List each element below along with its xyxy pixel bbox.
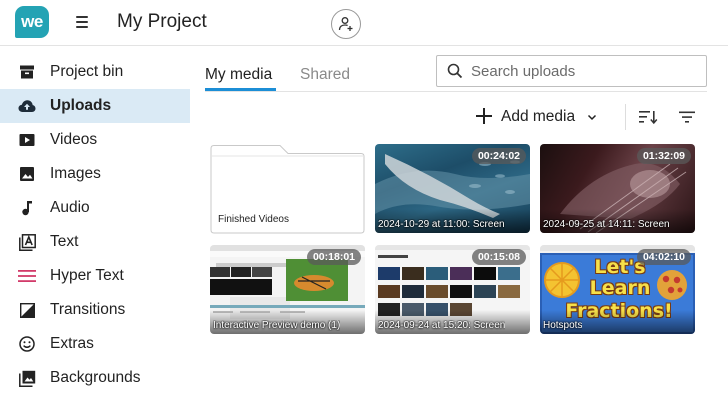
sidebar-item-label: Audio	[50, 199, 90, 216]
search-icon	[447, 63, 463, 79]
sidebar-item-images[interactable]: Images	[0, 157, 190, 191]
tab-my-media[interactable]: My media	[205, 66, 272, 84]
duration-badge: 01:32:09	[636, 148, 691, 164]
video-icon	[18, 131, 36, 149]
add-media-button[interactable]: Add media	[476, 106, 597, 128]
plus-icon	[476, 107, 492, 127]
sidebar-item-text[interactable]: Text	[0, 225, 190, 259]
app-header: we My Project	[0, 0, 728, 46]
toolbar-separator	[625, 104, 626, 130]
duration-badge: 00:18:01	[306, 249, 361, 265]
menu-icon[interactable]	[74, 14, 90, 30]
sidebar-item-audio[interactable]: Audio	[0, 191, 190, 225]
sidebar: Project bin Uploads Videos Images Audio …	[0, 55, 190, 395]
filter-button[interactable]	[677, 108, 697, 126]
tab-shared[interactable]: Shared	[300, 66, 350, 84]
fractions-line: Learn	[589, 277, 651, 299]
media-item[interactable]: 01:32:09 2024-09-25 at 14:11: Screen	[540, 144, 695, 233]
archive-icon	[18, 63, 36, 81]
logo-text: we	[21, 12, 43, 31]
media-item[interactable]: 00:15:08 2024-09-24 at 15:20: Screen	[375, 245, 530, 334]
add-media-label: Add media	[501, 108, 576, 125]
sidebar-item-uploads[interactable]: Uploads	[0, 89, 190, 123]
duration-badge: 04:02:10	[636, 249, 691, 265]
sidebar-item-label: Hyper Text	[50, 267, 124, 284]
image-icon	[18, 165, 36, 183]
person-add-icon	[338, 17, 353, 31]
transition-icon	[18, 301, 36, 319]
media-item[interactable]: 00:24:02 2024-10-29 at 11:00: Screen	[375, 144, 530, 233]
music-note-icon	[18, 199, 36, 217]
background-icon	[18, 369, 36, 387]
search-box	[436, 55, 707, 87]
media-name: 2024-10-29 at 11:00: Screen	[378, 219, 505, 230]
sidebar-item-transitions[interactable]: Transitions	[0, 293, 190, 327]
media-item[interactable]: Let's Learn Fractions! 04:02:10 Hotspots	[540, 245, 695, 334]
sidebar-item-label: Images	[50, 165, 101, 182]
tab-divider	[205, 91, 707, 92]
project-title: My Project	[117, 11, 207, 32]
filter-icon	[679, 111, 695, 123]
app-logo[interactable]: we	[15, 6, 49, 38]
sidebar-item-label: Project bin	[50, 63, 124, 80]
media-name: 2024-09-24 at 15:20: Screen	[378, 320, 506, 331]
sidebar-item-backgrounds[interactable]: Backgrounds	[0, 361, 190, 395]
media-item[interactable]: 00:18:01 Interactive Preview demo (1)	[210, 245, 365, 334]
media-name: Interactive Preview demo (1)	[213, 320, 341, 331]
sidebar-item-label: Uploads	[50, 97, 112, 114]
duration-badge: 00:24:02	[471, 148, 526, 164]
folder-name: Finished Videos	[218, 214, 289, 225]
sidebar-item-label: Text	[50, 233, 79, 250]
media-name: 2024-09-25 at 14:11: Screen	[543, 219, 670, 230]
smiley-icon	[18, 335, 36, 353]
sort-button[interactable]	[638, 108, 658, 126]
hyper-text-icon	[18, 267, 36, 285]
cloud-upload-icon	[18, 97, 36, 115]
folder-finished-videos[interactable]: Finished Videos	[210, 144, 365, 234]
sidebar-item-label: Videos	[50, 131, 98, 148]
sort-icon	[639, 111, 658, 125]
sidebar-item-label: Transitions	[50, 301, 126, 318]
add-collaborator-button[interactable]	[331, 9, 361, 39]
sidebar-item-extras[interactable]: Extras	[0, 327, 190, 361]
sidebar-item-label: Backgrounds	[50, 369, 141, 386]
duration-badge: 00:15:08	[471, 249, 526, 265]
sidebar-item-hyper-text[interactable]: Hyper Text	[0, 259, 190, 293]
chevron-down-icon	[587, 108, 597, 126]
media-name: Hotspots	[543, 320, 583, 331]
search-input[interactable]	[471, 62, 691, 80]
sidebar-item-label: Extras	[50, 335, 94, 352]
sidebar-item-project-bin[interactable]: Project bin	[0, 55, 190, 89]
sidebar-item-videos[interactable]: Videos	[0, 123, 190, 157]
text-box-icon	[18, 233, 36, 251]
